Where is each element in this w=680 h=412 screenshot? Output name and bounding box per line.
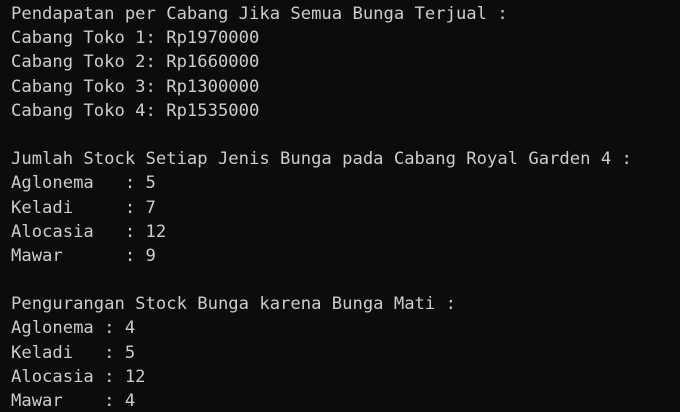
output-line-reduction-mawar: Mawar : 4 bbox=[11, 391, 136, 411]
output-line-reduction-keladi: Keladi : 5 bbox=[11, 342, 136, 363]
output-line-stock-alocasia: Alocasia : 12 bbox=[11, 221, 167, 242]
output-line-stock-keladi: Keladi : 7 bbox=[11, 197, 156, 218]
output-blank-line bbox=[11, 268, 680, 292]
output-line-reduction-alocasia: Alocasia : 12 bbox=[11, 366, 146, 387]
output-heading-reduction: Pengurangan Stock Bunga karena Bunga Mat… bbox=[11, 294, 456, 315]
output-line-branch-3: Cabang Toko 3: Rp1300000 bbox=[11, 76, 260, 97]
output-blank-line bbox=[11, 123, 680, 147]
output-line-branch-4: Cabang Toko 4: Rp1535000 bbox=[11, 100, 260, 121]
output-heading-revenue: Pendapatan per Cabang Jika Semua Bunga T… bbox=[11, 4, 508, 24]
output-heading-stock: Jumlah Stock Setiap Jenis Bunga pada Cab… bbox=[11, 149, 632, 170]
output-line-stock-mawar: Mawar : 9 bbox=[11, 245, 156, 266]
output-line-reduction-aglonema: Aglonema : 4 bbox=[11, 318, 136, 339]
terminal-output: Pendapatan per Cabang Jika Semua Bunga T… bbox=[0, 0, 680, 412]
output-line-branch-1: Cabang Toko 1: Rp1970000 bbox=[11, 28, 260, 49]
output-line-branch-2: Cabang Toko 2: Rp1660000 bbox=[11, 52, 260, 73]
output-line-stock-aglonema: Aglonema : 5 bbox=[11, 173, 156, 194]
